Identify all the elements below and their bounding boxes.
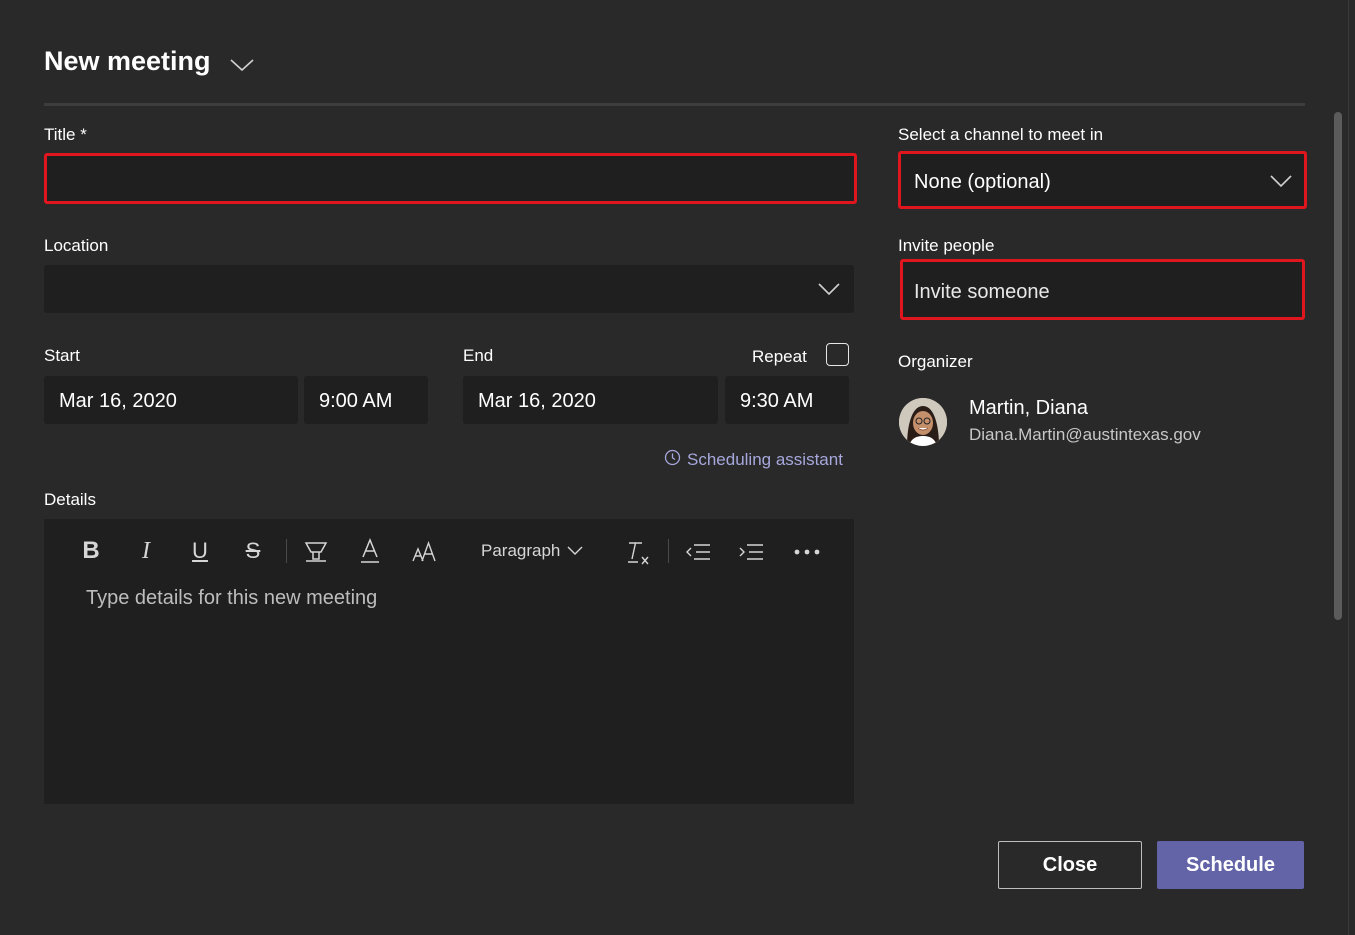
organizer-name: Martin, Diana: [969, 397, 1088, 419]
invite-label: Invite people: [898, 236, 995, 255]
start-time-value: 9:00 AM: [319, 390, 393, 412]
right-edge-divider: [1348, 0, 1349, 935]
title-chevron-down-icon[interactable]: [229, 57, 255, 73]
schedule-button[interactable]: Schedule: [1157, 841, 1304, 889]
close-button-label: Close: [1042, 853, 1098, 876]
organizer-email: Diana.Martin@austintexas.gov: [969, 425, 1201, 444]
start-label: Start: [44, 346, 80, 365]
start-time-picker[interactable]: 9:00 AM: [304, 376, 428, 424]
decrease-indent-icon[interactable]: [685, 541, 713, 563]
details-placeholder: Type details for this new meeting: [86, 587, 378, 609]
page-title: New meeting: [44, 46, 211, 76]
paragraph-label: Paragraph: [481, 541, 561, 560]
clear-formatting-icon[interactable]: [624, 539, 652, 567]
end-time-picker[interactable]: 9:30 AM: [725, 376, 849, 424]
italic-icon[interactable]: I: [134, 537, 158, 565]
avatar: [899, 398, 947, 446]
toolbar-divider-2: [668, 539, 669, 563]
end-time-value: 9:30 AM: [740, 390, 814, 412]
paragraph-dropdown[interactable]: Paragraph: [481, 541, 583, 561]
highlight-icon[interactable]: [302, 539, 330, 565]
scheduling-assistant-link[interactable]: Scheduling assistant: [664, 449, 843, 471]
details-label: Details: [44, 490, 96, 509]
end-label: End: [463, 346, 494, 365]
font-size-icon[interactable]: [410, 539, 438, 565]
toolbar-divider: [286, 539, 287, 563]
invite-input[interactable]: Invite someone: [900, 259, 1305, 320]
channel-dropdown[interactable]: None (optional): [898, 151, 1307, 209]
invite-placeholder: Invite someone: [914, 281, 1050, 303]
end-date-value: Mar 16, 2020: [478, 390, 596, 412]
location-dropdown[interactable]: [44, 265, 854, 313]
strikethrough-icon[interactable]: S: [241, 537, 265, 565]
header-divider: [44, 103, 1305, 106]
repeat-checkbox[interactable]: [826, 343, 849, 366]
schedule-button-label: Schedule: [1186, 853, 1275, 876]
bold-icon[interactable]: B: [78, 537, 104, 565]
channel-label: Select a channel to meet in: [898, 125, 1104, 144]
start-date-picker[interactable]: Mar 16, 2020: [44, 376, 298, 424]
start-date-value: Mar 16, 2020: [59, 390, 177, 412]
location-chevron-down-icon: [817, 282, 841, 296]
scheduling-assistant-label: Scheduling assistant: [687, 450, 843, 469]
title-label: Title *: [44, 125, 87, 144]
channel-chevron-down-icon: [1269, 174, 1293, 188]
more-options-icon[interactable]: [792, 541, 822, 563]
paragraph-chevron-down-icon: [567, 541, 583, 561]
title-input[interactable]: [44, 153, 857, 204]
organizer-label: Organizer: [898, 352, 973, 371]
underline-icon[interactable]: U: [188, 537, 212, 565]
font-color-icon[interactable]: [358, 537, 382, 565]
increase-indent-icon[interactable]: [738, 541, 766, 563]
scrollbar[interactable]: [1334, 112, 1342, 620]
clock-icon: [664, 449, 681, 471]
end-date-picker[interactable]: Mar 16, 2020: [463, 376, 718, 424]
close-button[interactable]: Close: [998, 841, 1142, 889]
repeat-label: Repeat: [752, 347, 807, 366]
location-label: Location: [44, 236, 109, 255]
channel-value: None (optional): [914, 171, 1051, 193]
details-editor[interactable]: B I U S Paragraph Type details for this …: [44, 519, 854, 804]
